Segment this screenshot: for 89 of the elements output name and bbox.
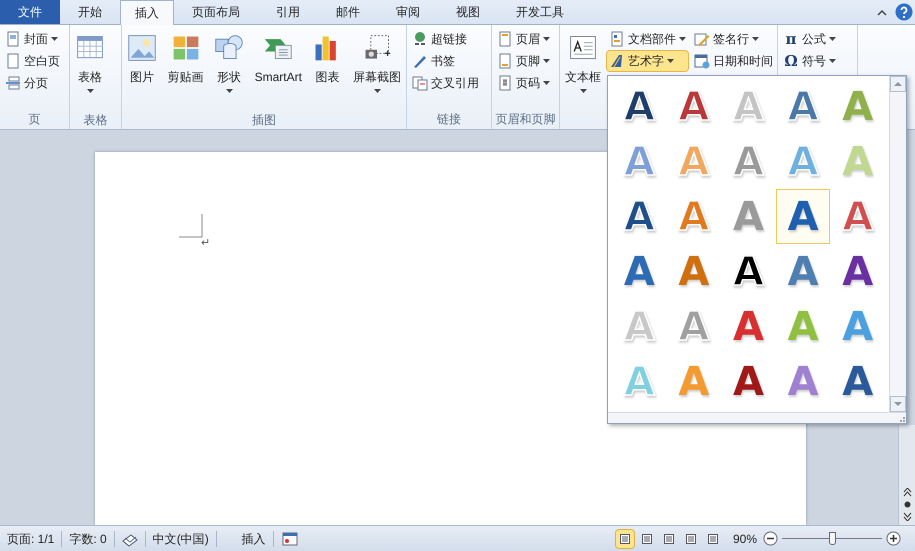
zoom-in-icon[interactable]: [886, 531, 901, 546]
next-page-icon[interactable]: [902, 512, 912, 521]
ribbon-button[interactable]: 形状: [211, 28, 248, 110]
ribbon-button[interactable]: 艺术字: [606, 50, 689, 72]
ribbon-button[interactable]: 书签: [409, 50, 482, 72]
vertical-scrollbar[interactable]: [898, 425, 915, 525]
group-label: 插图: [252, 112, 276, 128]
wordart-style[interactable]: A: [830, 354, 885, 409]
help-icon[interactable]: [895, 3, 913, 21]
bookmark-pen-icon: [412, 53, 428, 69]
view-button[interactable]: [614, 528, 635, 548]
previous-page-icon[interactable]: [902, 488, 912, 497]
scroll-down-icon[interactable]: [890, 396, 906, 412]
resize-grip-icon[interactable]: [898, 415, 906, 423]
zoom-out-icon[interactable]: [763, 531, 778, 546]
wordart-style[interactable]: A: [776, 244, 830, 299]
wordart-style[interactable]: A: [721, 299, 776, 354]
ribbon-button[interactable]: 分页: [2, 72, 63, 94]
group-label: 页眉和页脚: [496, 111, 556, 128]
footer-icon: [497, 53, 513, 69]
group-label: 表格: [84, 112, 108, 128]
ribbon-tab[interactable]: 文件: [0, 0, 60, 24]
ribbon-tab[interactable]: 视图: [438, 0, 498, 24]
ribbon-button[interactable]: 封面: [2, 28, 63, 50]
ribbon-tab[interactable]: 审阅: [378, 0, 438, 24]
picture-icon: [127, 33, 157, 63]
page-view-icon: [706, 532, 719, 544]
blank-page-icon: [5, 53, 21, 69]
signature-icon: [694, 31, 710, 47]
gallery-scrollbar[interactable]: [889, 76, 906, 412]
ribbon-tab[interactable]: 引用: [258, 0, 318, 24]
ribbon-button[interactable]: 文档部件: [606, 28, 689, 50]
group-label: 链接: [437, 111, 461, 128]
ribbon-button[interactable]: 图表: [309, 28, 346, 110]
page-break-icon: [5, 75, 21, 91]
cross-reference-icon: [412, 75, 428, 91]
wordart-style[interactable]: A: [666, 244, 722, 299]
wordart-icon: [609, 53, 625, 69]
page-number-icon: [497, 75, 513, 91]
page-view-icon: [662, 532, 675, 544]
macro-record-icon[interactable]: [282, 532, 298, 546]
page-view-icon: [618, 532, 631, 544]
paragraph-mark: ↵: [201, 238, 210, 249]
ribbon-button[interactable]: Ω 符号: [780, 50, 839, 72]
zoom-level[interactable]: 90%: [732, 530, 757, 548]
group-label: 页: [28, 111, 40, 128]
text-boundary-mark: [179, 214, 203, 238]
scroll-up-icon[interactable]: [890, 76, 906, 92]
ribbon-button[interactable]: 图片: [124, 28, 160, 110]
symbol-glyph: Ω: [783, 54, 799, 68]
cover-page-icon: [5, 31, 21, 47]
wordart-style[interactable]: A: [612, 244, 667, 299]
status-text[interactable]: 中文(中国): [146, 530, 216, 548]
browse-object-icon[interactable]: [904, 501, 910, 508]
collapse-ribbon-icon[interactable]: [877, 8, 887, 16]
ribbon-tab[interactable]: 插入: [120, 0, 174, 25]
wordart-style[interactable]: A: [776, 189, 830, 244]
ribbon-button[interactable]: 屏幕截图: [350, 28, 404, 110]
page-view-icon: [640, 532, 653, 544]
status-text[interactable]: 页面: 1/1: [0, 530, 62, 548]
ribbon-button[interactable]: 日期和时间: [691, 50, 776, 72]
ribbon-tab[interactable]: 页面布局: [174, 0, 258, 24]
calendar-icon: [694, 53, 710, 69]
ribbon-button[interactable]: 表格: [72, 28, 108, 110]
zoom-slider[interactable]: [782, 532, 882, 546]
ribbon-button[interactable]: 剪贴画: [164, 28, 207, 110]
zoom-slider-thumb[interactable]: [829, 532, 836, 544]
status-text[interactable]: 字数: 0: [62, 530, 114, 548]
ribbon-button[interactable]: 页脚: [494, 50, 553, 72]
document-parts-icon: [609, 31, 625, 47]
ribbon-button[interactable]: 交叉引用: [409, 72, 482, 94]
globe-link-icon: [412, 31, 428, 47]
ribbon-button[interactable]: π 公式: [780, 28, 839, 50]
symbol-glyph: π: [784, 32, 798, 46]
status-text[interactable]: 插入: [234, 530, 273, 548]
ribbon-button[interactable]: 空白页: [2, 50, 63, 72]
ribbon-button[interactable]: 超链接: [409, 28, 482, 50]
ribbon-tab[interactable]: 开发工具: [498, 0, 582, 24]
ribbon-button[interactable]: 签名行: [691, 28, 776, 50]
ribbon-button[interactable]: 页眉: [494, 28, 553, 50]
page-view-icon: [684, 532, 697, 544]
wordart-style[interactable]: A: [830, 244, 885, 299]
ribbon-button[interactable]: SmartArt: [252, 28, 305, 110]
ribbon-tab[interactable]: 开始: [60, 0, 120, 24]
ribbon-button[interactable]: 文本框: [562, 28, 604, 110]
ribbon-button[interactable]: 页码: [494, 72, 553, 94]
wordart-style[interactable]: A: [721, 354, 776, 409]
header-icon: [497, 31, 513, 47]
ribbon-tab[interactable]: 邮件: [318, 0, 378, 24]
